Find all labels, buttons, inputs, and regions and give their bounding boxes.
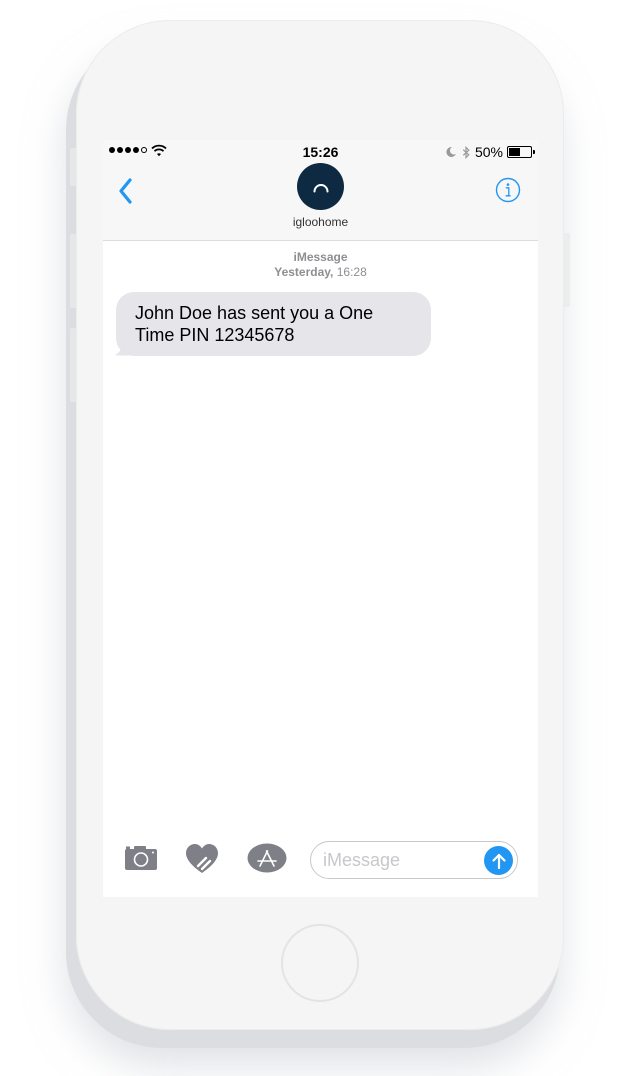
camera-icon[interactable] [123,845,159,871]
timestamp-time: 16:28 [336,265,367,279]
contact-avatar[interactable] [297,163,344,210]
thread-timestamp: iMessage Yesterday, 16:28 [103,250,538,280]
moon-icon [446,146,456,157]
status-right-group: 50% [445,144,535,160]
status-bar: 15:26 50% [103,140,538,164]
bluetooth-icon [462,145,470,159]
battery-icon [507,146,535,158]
home-button[interactable] [281,924,359,1002]
back-chevron-icon[interactable] [115,176,137,206]
message-row: John Doe has sent you a One Time PIN 123… [115,292,431,356]
arrow-up-icon [491,853,506,869]
phone-screen: 15:26 50% igloohome iMessage Yesterday, … [103,140,538,897]
compose-bar [103,835,538,885]
timestamp-line: Yesterday, 16:28 [103,265,538,280]
app-store-icon[interactable] [247,843,287,873]
power-button [563,233,570,307]
incoming-message-bubble[interactable]: John Doe has sent you a One Time PIN 123… [116,292,431,356]
message-input-field[interactable] [310,841,518,879]
timestamp-day: Yesterday, [274,265,334,279]
battery-percent: 50% [474,144,503,160]
heart-touch-icon[interactable] [185,843,219,875]
send-button[interactable] [484,846,513,875]
contact-name[interactable]: igloohome [103,215,538,229]
info-circle-icon[interactable] [495,177,521,203]
messages-header: 15:26 50% igloohome [103,140,538,241]
igloo-arc-icon [313,183,328,192]
message-input[interactable] [323,848,483,872]
service-label: iMessage [293,250,348,264]
